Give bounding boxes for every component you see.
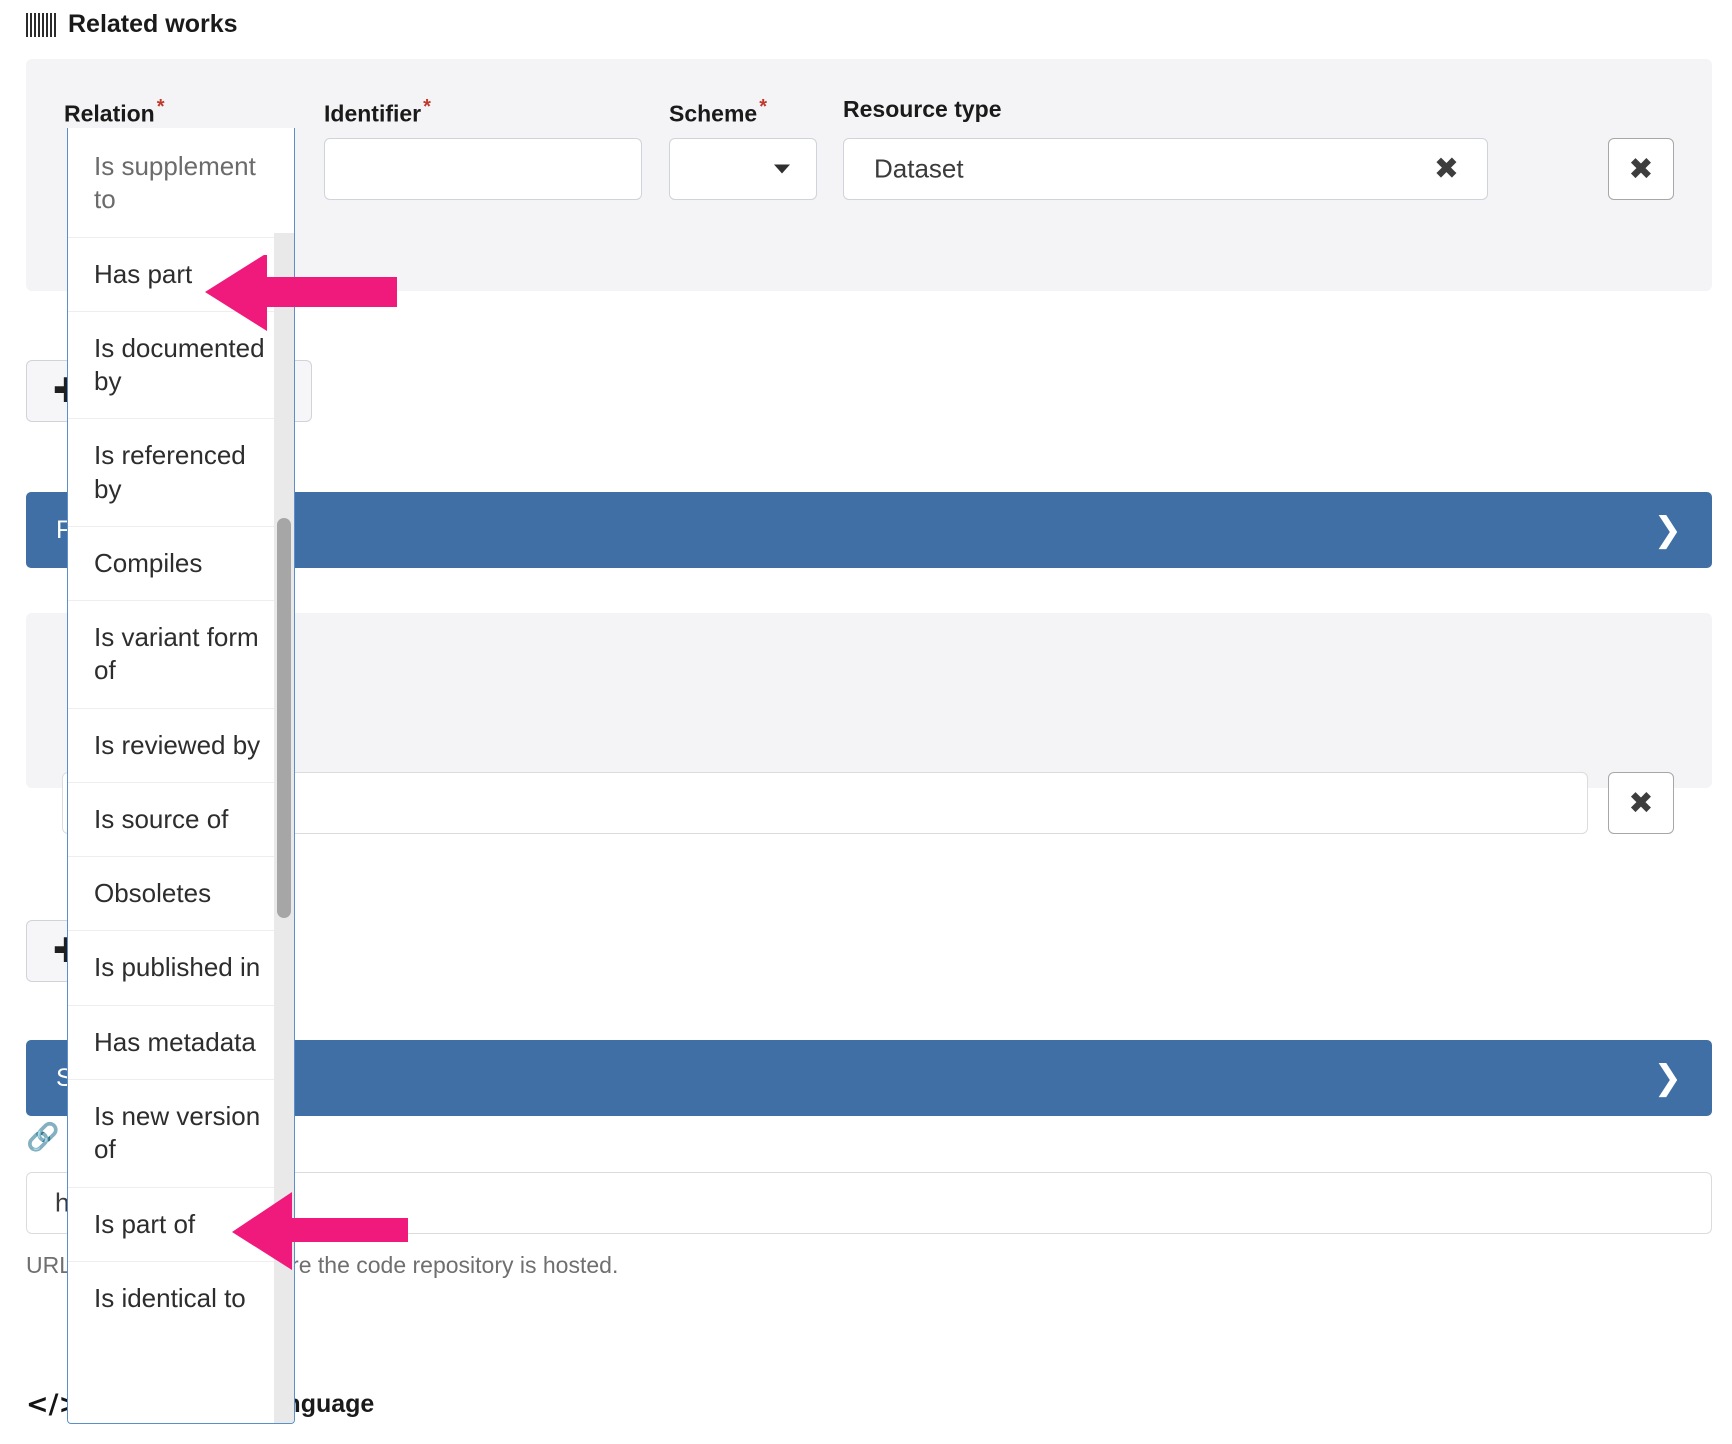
relation-option[interactable]: Is variant form of	[68, 600, 294, 708]
relation-option[interactable]: Has metadata	[68, 1005, 294, 1079]
scheme-select[interactable]	[669, 138, 817, 200]
annotation-arrow-has-part	[205, 255, 405, 335]
scheme-label: Scheme*	[669, 96, 767, 128]
resource-type-label: Resource type	[843, 96, 1002, 123]
resource-type-value: Dataset	[874, 154, 964, 185]
relation-option[interactable]: Is new version of	[68, 1079, 294, 1187]
relation-label: Relation*	[64, 96, 165, 128]
clear-resource-type-icon[interactable]: ✖	[1434, 152, 1459, 187]
page-title-label: Related works	[68, 10, 238, 39]
identifier-label: Identifier*	[324, 96, 431, 128]
required-marker: *	[423, 96, 431, 118]
relation-option[interactable]: Is source of	[68, 782, 294, 856]
remove-related-work-button[interactable]: ✖	[1608, 138, 1674, 200]
page-title: Related works	[26, 10, 238, 39]
link-icon: 🔗	[26, 1124, 60, 1151]
resource-type-select[interactable]: Dataset ✖	[843, 138, 1488, 200]
relation-option[interactable]: Obsoletes	[68, 856, 294, 930]
relation-option[interactable]: Is referenced by	[68, 418, 294, 526]
close-icon: ✖	[1628, 786, 1653, 821]
relation-option[interactable]: Is reviewed by	[68, 708, 294, 782]
required-marker: *	[157, 96, 165, 118]
relation-option[interactable]: Is published in	[68, 930, 294, 1004]
chevron-down-icon	[774, 165, 790, 174]
dropdown-scrollbar-thumb[interactable]	[277, 518, 291, 918]
chevron-right-icon: ❯	[1654, 1061, 1683, 1095]
chevron-right-icon: ❯	[1654, 513, 1683, 547]
barcode-icon	[26, 13, 56, 37]
remove-reference-button[interactable]: ✖	[1608, 772, 1674, 834]
relation-option[interactable]: Is supplement to	[68, 128, 294, 237]
close-icon: ✖	[1628, 152, 1653, 187]
annotation-arrow-is-part-of	[232, 1192, 412, 1272]
required-marker: *	[759, 96, 767, 118]
identifier-input[interactable]	[324, 138, 642, 200]
relation-option[interactable]: Compiles	[68, 526, 294, 600]
